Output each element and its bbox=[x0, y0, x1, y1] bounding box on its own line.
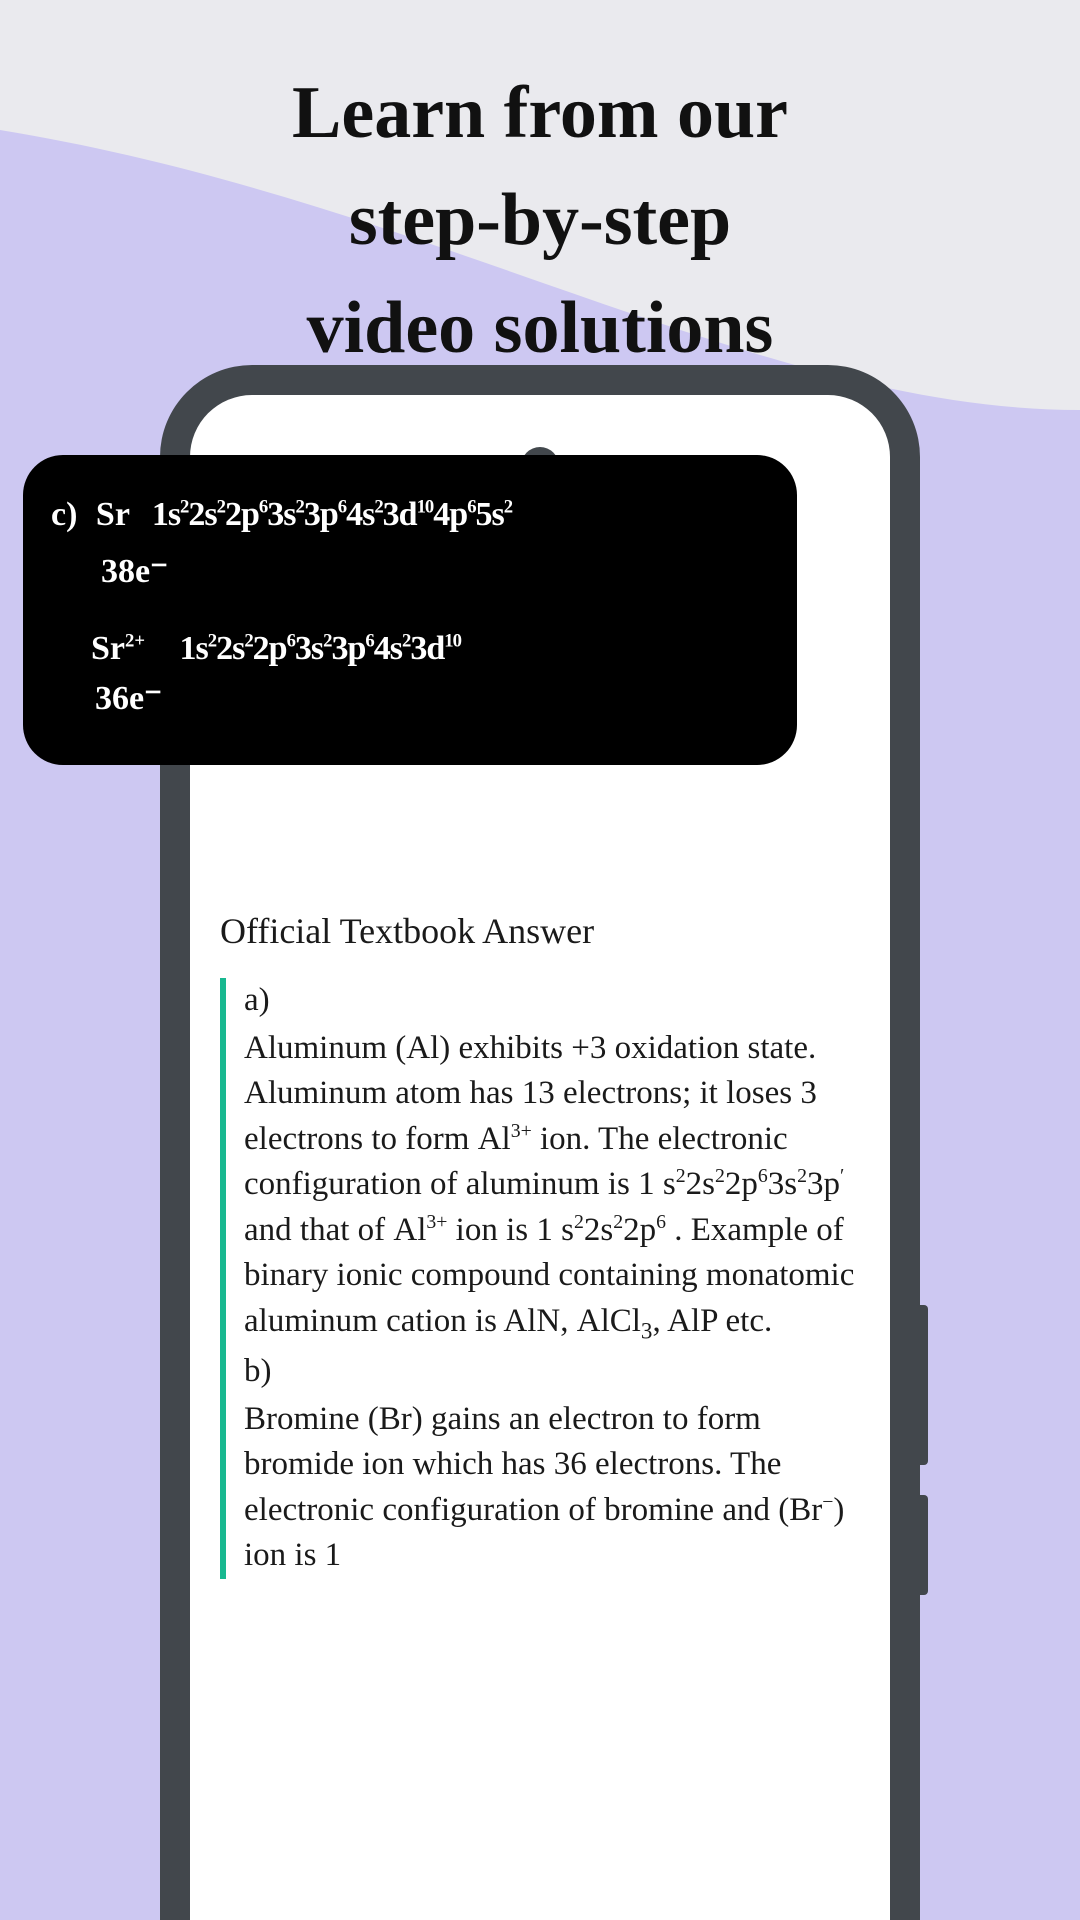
sr-ion-symbol: Sr2+ bbox=[91, 630, 145, 667]
al-ion-formula-2: Al3+ bbox=[393, 1212, 447, 1248]
sr-ion-electrons: 36e⁻ bbox=[95, 679, 769, 720]
al-ion-formula: Al3+ bbox=[478, 1121, 532, 1157]
answer-content: Official Textbook Answer a) Aluminum (Al… bbox=[220, 910, 860, 1581]
part-b-label: b) bbox=[244, 1349, 860, 1395]
handwritten-video-card[interactable]: c) Sr 1s22s22p63s23p64s23d104p65s2 38e⁻ … bbox=[23, 455, 797, 765]
headline-line-2: step-by-step bbox=[0, 167, 1080, 274]
part-a-text: Aluminum (Al) exhibits +3 oxidation stat… bbox=[244, 1026, 860, 1348]
video-row-sr-neutral: c) Sr 1s22s22p63s23p64s23d104p65s2 bbox=[51, 495, 769, 536]
phone-side-button bbox=[920, 1495, 928, 1595]
phone-side-button bbox=[920, 1305, 928, 1465]
br-ion-formula: (Br−) bbox=[778, 1492, 844, 1528]
answer-body: a) Aluminum (Al) exhibits +3 oxidation s… bbox=[220, 978, 860, 1579]
al-ion-config: s22s22p6 bbox=[561, 1212, 666, 1248]
sr-neutral-config: 1s22s22p63s23p64s23d104p65s2 bbox=[152, 496, 512, 533]
marketing-headline: Learn from our step-by-step video soluti… bbox=[0, 60, 1080, 382]
sr-symbol: Sr bbox=[96, 496, 129, 533]
video-row-sr-ion: Sr2+ 1s22s22p63s23p64s23d10 bbox=[91, 629, 769, 670]
headline-line-1: Learn from our bbox=[0, 60, 1080, 167]
part-a-label: a) bbox=[244, 978, 860, 1024]
part-c-label: c) bbox=[51, 496, 77, 533]
al-neutral-config: s22s22p63s23p′ bbox=[663, 1166, 844, 1202]
sr-ion-config: 1s22s22p63s23p64s23d10 bbox=[180, 630, 461, 667]
sr-neutral-electrons: 38e⁻ bbox=[101, 552, 769, 593]
official-answer-heading: Official Textbook Answer bbox=[220, 910, 860, 952]
part-b-text: Bromine (Br) gains an electron to form b… bbox=[244, 1397, 860, 1579]
alcl3-formula: AlCl3 bbox=[577, 1303, 653, 1339]
